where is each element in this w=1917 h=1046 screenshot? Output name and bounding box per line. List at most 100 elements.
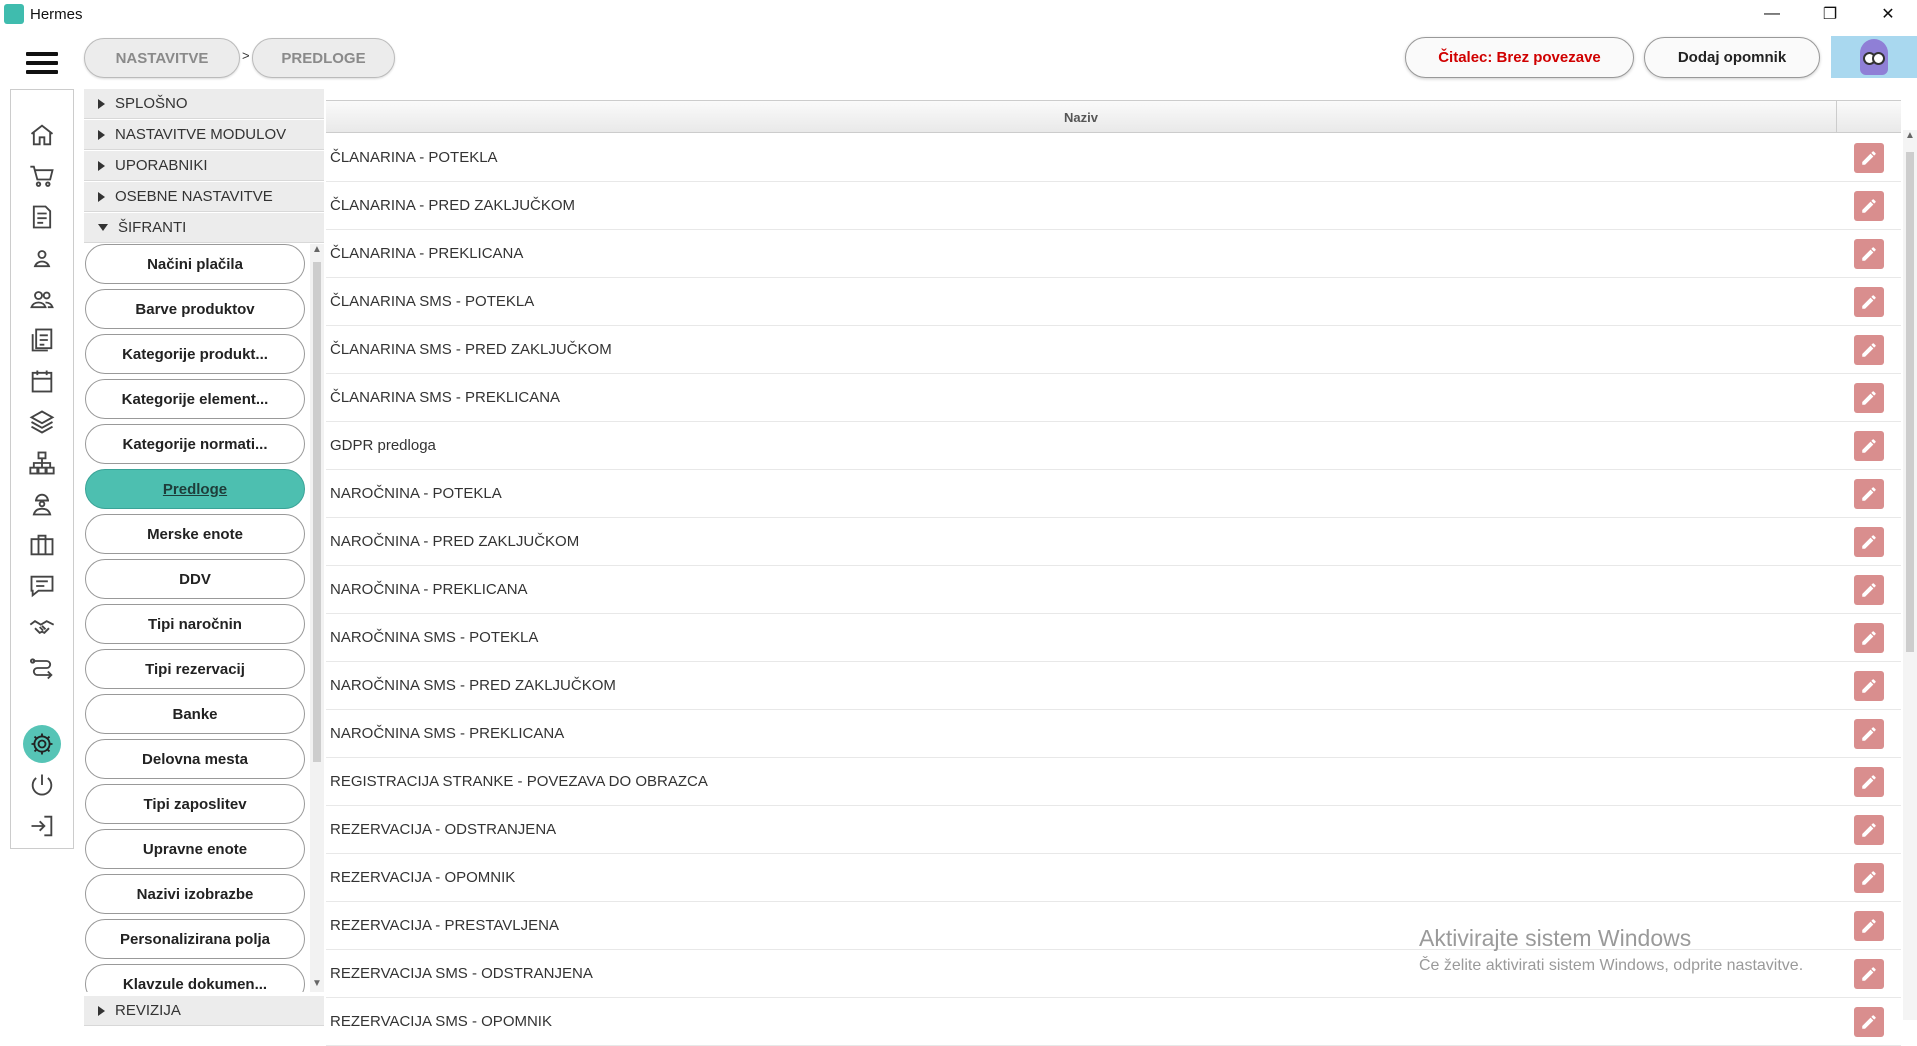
scroll-thumb[interactable] <box>1906 152 1914 652</box>
edit-button[interactable] <box>1854 479 1884 509</box>
sifranti-item[interactable]: Merske enote <box>85 514 305 554</box>
pencil-icon <box>1862 151 1876 165</box>
avatar[interactable] <box>1831 36 1917 78</box>
category-revizija[interactable]: REVIZIJA <box>84 996 324 1026</box>
edit-button[interactable] <box>1854 1007 1884 1037</box>
sifranti-item[interactable]: Delovna mesta <box>85 739 305 779</box>
edit-button[interactable] <box>1854 815 1884 845</box>
cart-icon[interactable] <box>23 157 61 195</box>
edit-button[interactable] <box>1854 431 1884 461</box>
edit-button[interactable] <box>1854 383 1884 413</box>
table-row[interactable]: GDPR predloga <box>326 422 1901 470</box>
edit-button[interactable] <box>1854 911 1884 941</box>
sifranti-item[interactable]: Načini plačila <box>85 244 305 284</box>
row-name: REZERVACIJA - OPOMNIK <box>330 869 516 886</box>
sifranti-item[interactable]: Predloge <box>85 469 305 509</box>
edit-button[interactable] <box>1854 335 1884 365</box>
close-button[interactable]: ✕ <box>1859 0 1917 28</box>
table-scrollbar[interactable]: ▲ <box>1903 130 1917 1020</box>
chat-icon[interactable] <box>23 567 61 605</box>
sifranti-item[interactable]: Kategorije normati... <box>85 424 305 464</box>
person-icon[interactable] <box>23 239 61 277</box>
templates-table: Naziv ČLANARINA - POTEKLA ČLANARINA - PRE… <box>326 100 1901 1046</box>
table-row[interactable]: NAROČNINA SMS - PREKLICANA <box>326 710 1901 758</box>
scroll-down-icon[interactable]: ▼ <box>312 978 322 989</box>
row-name: ČLANARINA SMS - POTEKLA <box>330 293 535 310</box>
sitemap-icon[interactable] <box>23 444 61 482</box>
restore-button[interactable]: ❐ <box>1801 0 1859 28</box>
scroll-thumb[interactable] <box>313 262 321 762</box>
table-row[interactable]: ČLANARINA SMS - PREKLICANA <box>326 374 1901 422</box>
scroll-up-icon[interactable]: ▲ <box>1905 130 1915 141</box>
sifranti-item[interactable]: Tipi zaposlitev <box>85 784 305 824</box>
add-reminder-button[interactable]: Dodaj opomnik <box>1644 37 1820 78</box>
edit-button[interactable] <box>1854 287 1884 317</box>
edit-button[interactable] <box>1854 863 1884 893</box>
sifranti-item[interactable]: DDV <box>85 559 305 599</box>
route-icon[interactable] <box>23 649 61 687</box>
column-header-naziv[interactable]: Naziv <box>326 101 1837 133</box>
sifranti-item[interactable]: Upravne enote <box>85 829 305 869</box>
row-name: NAROČNINA - POTEKLA <box>330 485 502 502</box>
pencil-icon <box>1862 343 1876 357</box>
edit-button[interactable] <box>1854 623 1884 653</box>
category-splosno[interactable]: SPLOŠNO <box>84 89 324 119</box>
table-row[interactable]: NAROČNINA - PREKLICANA <box>326 566 1901 614</box>
layers-icon[interactable] <box>23 403 61 441</box>
table-row[interactable]: NAROČNINA - POTEKLA <box>326 470 1901 518</box>
sifranti-item[interactable]: Personalizirana polja <box>85 919 305 959</box>
table-row[interactable]: ČLANARINA - PREKLICANA <box>326 230 1901 278</box>
table-row[interactable]: ČLANARINA - PRED ZAKLJUČKOM <box>326 182 1901 230</box>
sifranti-item[interactable]: Tipi rezervacij <box>85 649 305 689</box>
briefcase-icon[interactable] <box>23 526 61 564</box>
table-row[interactable]: ČLANARINA SMS - PRED ZAKLJUČKOM <box>326 326 1901 374</box>
minimize-button[interactable]: — <box>1743 0 1801 28</box>
document-icon[interactable] <box>23 198 61 236</box>
sifranti-item[interactable]: Kategorije produkt... <box>85 334 305 374</box>
power-icon[interactable] <box>23 766 61 804</box>
sifranti-scrollbar[interactable]: ▲ ▼ <box>310 244 324 992</box>
pencil-icon <box>1862 391 1876 405</box>
table-row[interactable]: NAROČNINA SMS - POTEKLA <box>326 614 1901 662</box>
category-sifranti[interactable]: ŠIFRANTI <box>84 213 324 243</box>
table-row[interactable]: NAROČNINA - PRED ZAKLJUČKOM <box>326 518 1901 566</box>
category-uporabniki[interactable]: UPORABNIKI <box>84 151 324 181</box>
table-row[interactable]: REZERVACIJA - ODSTRANJENA <box>326 806 1901 854</box>
sifranti-item[interactable]: Banke <box>85 694 305 734</box>
edit-button[interactable] <box>1854 575 1884 605</box>
breadcrumb-nastavitve[interactable]: NASTAVITVE <box>84 38 240 78</box>
sifranti-item[interactable]: Tipi naročnin <box>85 604 305 644</box>
logout-icon[interactable] <box>23 807 61 845</box>
breadcrumb-predloge[interactable]: PREDLOGE <box>252 38 395 78</box>
edit-button[interactable] <box>1854 959 1884 989</box>
reader-status-button[interactable]: Čitalec: Brez povezave <box>1405 37 1634 78</box>
gear-icon[interactable] <box>23 725 61 763</box>
table-row[interactable]: REZERVACIJA SMS - OPOMNIK <box>326 998 1901 1046</box>
news-icon[interactable] <box>23 321 61 359</box>
table-row[interactable]: REGISTRACIJA STRANKE - POVEZAVA DO OBRAZ… <box>326 758 1901 806</box>
handshake-icon[interactable] <box>23 608 61 646</box>
home-icon[interactable] <box>23 116 61 154</box>
edit-button[interactable] <box>1854 239 1884 269</box>
worker-icon[interactable] <box>23 485 61 523</box>
sifranti-item[interactable]: Klavzule dokumen... <box>85 964 305 992</box>
category-nastavitve-modulov[interactable]: NASTAVITVE MODULOV <box>84 120 324 150</box>
people-icon[interactable] <box>23 280 61 318</box>
table-row[interactable]: ČLANARINA SMS - POTEKLA <box>326 278 1901 326</box>
edit-button[interactable] <box>1854 671 1884 701</box>
sifranti-item[interactable]: Nazivi izobrazbe <box>85 874 305 914</box>
sifranti-item[interactable]: Barve produktov <box>85 289 305 329</box>
edit-button[interactable] <box>1854 191 1884 221</box>
category-osebne-nastavitve[interactable]: OSEBNE NASTAVITVE <box>84 182 324 212</box>
edit-button[interactable] <box>1854 527 1884 557</box>
hamburger-menu-icon[interactable] <box>26 52 58 74</box>
table-row[interactable]: ČLANARINA - POTEKLA <box>326 134 1901 182</box>
edit-button[interactable] <box>1854 143 1884 173</box>
scroll-up-icon[interactable]: ▲ <box>312 244 322 255</box>
edit-button[interactable] <box>1854 719 1884 749</box>
table-row[interactable]: REZERVACIJA - OPOMNIK <box>326 854 1901 902</box>
edit-button[interactable] <box>1854 767 1884 797</box>
sifranti-item[interactable]: Kategorije element... <box>85 379 305 419</box>
calendar-icon[interactable] <box>23 362 61 400</box>
table-row[interactable]: NAROČNINA SMS - PRED ZAKLJUČKOM <box>326 662 1901 710</box>
